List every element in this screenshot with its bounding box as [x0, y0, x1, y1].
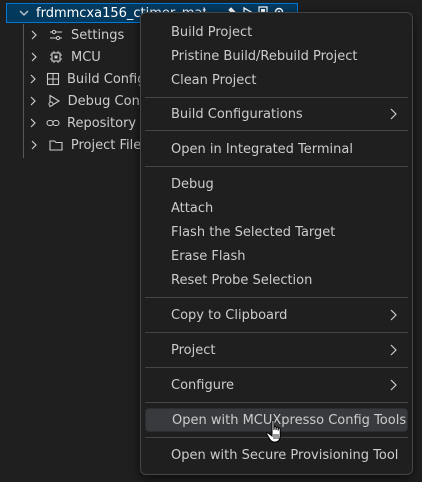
menu-separator — [145, 367, 408, 368]
chevron-right-icon — [390, 379, 397, 391]
menu-item-erase-flash[interactable]: Erase Flash — [145, 244, 408, 268]
chevron-right-icon — [390, 309, 397, 321]
tree-item-mcu[interactable]: MCU — [28, 46, 148, 68]
chevron-right-icon[interactable] — [28, 74, 38, 84]
indent-guide — [23, 24, 24, 158]
chip-icon — [48, 50, 64, 64]
menu-item-label: Clean Project — [171, 72, 257, 88]
tree-item-label: Settings — [71, 27, 125, 43]
chevron-right-icon[interactable] — [28, 96, 39, 106]
tree-item-label: Project Files — [70, 137, 148, 153]
build-configurations-icon — [46, 72, 60, 86]
menu-item-reset-probe-selection[interactable]: Reset Probe Selection — [145, 268, 408, 292]
tree-item-project-files[interactable]: Project Files — [28, 134, 148, 156]
menu-item-label: Copy to Clipboard — [171, 307, 288, 323]
menu-separator — [145, 332, 408, 333]
tree-item-label: Debug Confi — [67, 93, 148, 109]
folder-icon — [48, 138, 64, 152]
menu-item-label: Attach — [171, 200, 214, 216]
menu-item-label: Project — [171, 342, 216, 358]
menu-item-label: Debug — [171, 176, 214, 192]
menu-item-label: Reset Probe Selection — [171, 272, 313, 288]
menu-item-open-integrated-terminal[interactable]: Open in Integrated Terminal — [145, 137, 408, 161]
menu-item-project[interactable]: Project — [145, 338, 408, 362]
menu-item-open-secure-provisioning-tool[interactable]: Open with Secure Provisioning Tool — [145, 443, 408, 467]
tree-item-label: Repository — [67, 115, 137, 131]
menu-item-label: Build Configurations — [171, 106, 303, 122]
menu-item-label: Erase Flash — [171, 248, 246, 264]
menu-separator — [145, 130, 408, 131]
menu-item-configure[interactable]: Configure — [145, 373, 408, 397]
chevron-right-icon[interactable] — [28, 30, 40, 40]
link-icon — [46, 116, 60, 130]
menu-item-label: Flash the Selected Target — [171, 224, 336, 240]
menu-item-clean-project[interactable]: Clean Project — [145, 68, 408, 92]
menu-item-copy-to-clipboard[interactable]: Copy to Clipboard — [145, 303, 408, 327]
context-menu: Build Project Pristine Build/Rebuild Pro… — [140, 12, 413, 475]
menu-item-flash-target[interactable]: Flash the Selected Target — [145, 220, 408, 244]
menu-separator — [145, 97, 408, 98]
tree-item-settings[interactable]: Settings — [28, 24, 148, 46]
debug-configurations-icon — [47, 94, 61, 108]
menu-item-label: Build Project — [171, 24, 253, 40]
hand-pointer-cursor-icon — [266, 419, 281, 443]
menu-item-build-project[interactable]: Build Project — [145, 20, 408, 44]
menu-separator — [145, 166, 408, 167]
tree-item-debug-configurations[interactable]: Debug Confi — [28, 90, 148, 112]
menu-separator — [145, 297, 408, 298]
menu-item-label: Open in Integrated Terminal — [171, 141, 353, 157]
menu-item-pristine-build[interactable]: Pristine Build/Rebuild Project — [145, 44, 408, 68]
chevron-right-icon[interactable] — [28, 118, 38, 128]
menu-item-debug[interactable]: Debug — [145, 172, 408, 196]
tree-item-build-configurations[interactable]: Build Configu — [28, 68, 154, 90]
chevron-right-icon[interactable] — [28, 52, 40, 62]
chevron-right-icon — [390, 108, 397, 120]
chevron-right-icon[interactable] — [28, 140, 40, 150]
menu-item-label: Open with MCUXpresso Config Tools — [172, 412, 407, 428]
settings-sliders-icon — [48, 28, 64, 42]
menu-item-build-configurations[interactable]: Build Configurations — [145, 102, 408, 126]
tree-item-repository[interactable]: Repository c — [28, 112, 149, 134]
chevron-right-icon — [390, 344, 397, 356]
menu-item-label: Configure — [171, 377, 235, 393]
menu-separator — [145, 402, 408, 403]
menu-item-attach[interactable]: Attach — [145, 196, 408, 220]
menu-item-label: Open with Secure Provisioning Tool — [171, 447, 399, 463]
chevron-down-icon[interactable] — [17, 7, 31, 19]
menu-item-label: Pristine Build/Rebuild Project — [171, 48, 358, 64]
tree-item-label: MCU — [71, 49, 101, 65]
